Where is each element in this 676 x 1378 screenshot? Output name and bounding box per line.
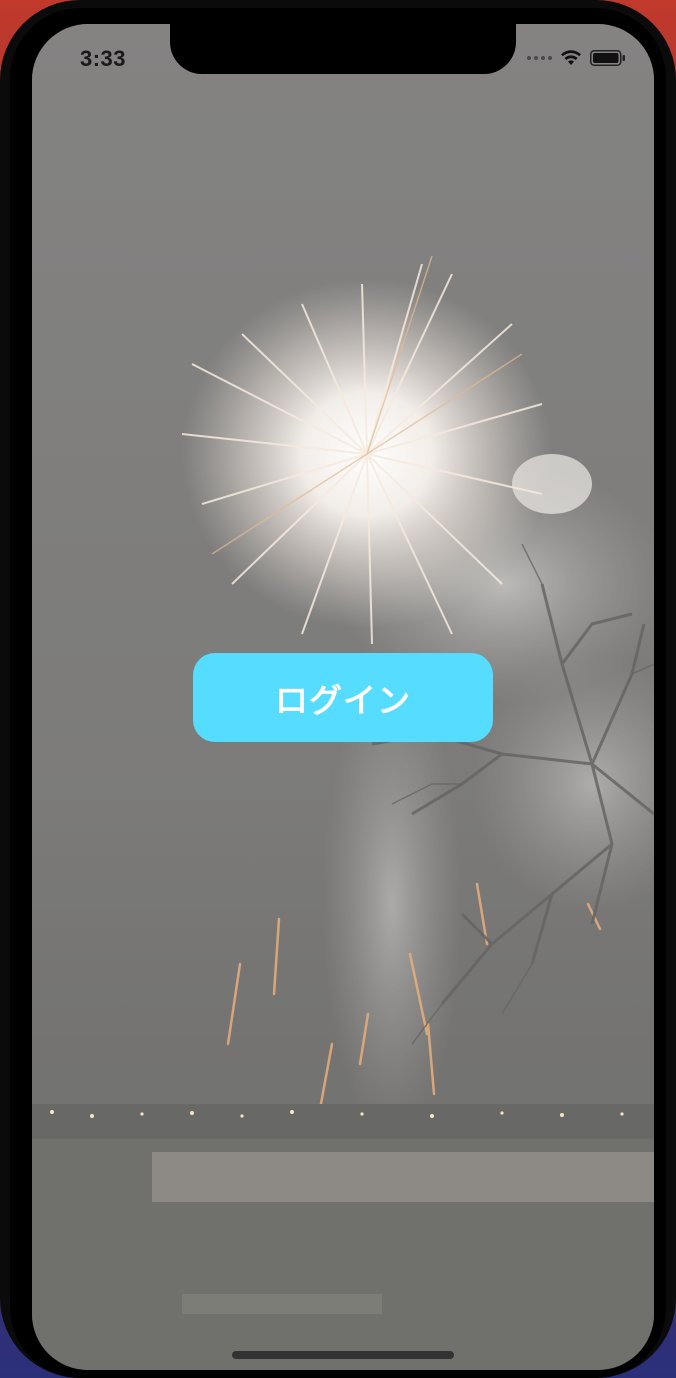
login-button-label: ログイン	[275, 680, 411, 720]
app-screen: 3:33 ログイン	[32, 24, 654, 1370]
status-time: 3:33	[80, 46, 127, 71]
signal-dots-icon	[527, 56, 552, 60]
battery-icon	[590, 50, 625, 66]
wifi-icon	[561, 50, 581, 65]
login-button[interactable]: ログイン	[193, 653, 493, 742]
status-bar-icons	[527, 50, 626, 66]
device-frame: 3:33 ログイン	[0, 0, 676, 1378]
home-indicator[interactable]	[232, 1351, 454, 1359]
device-notch	[170, 24, 516, 74]
